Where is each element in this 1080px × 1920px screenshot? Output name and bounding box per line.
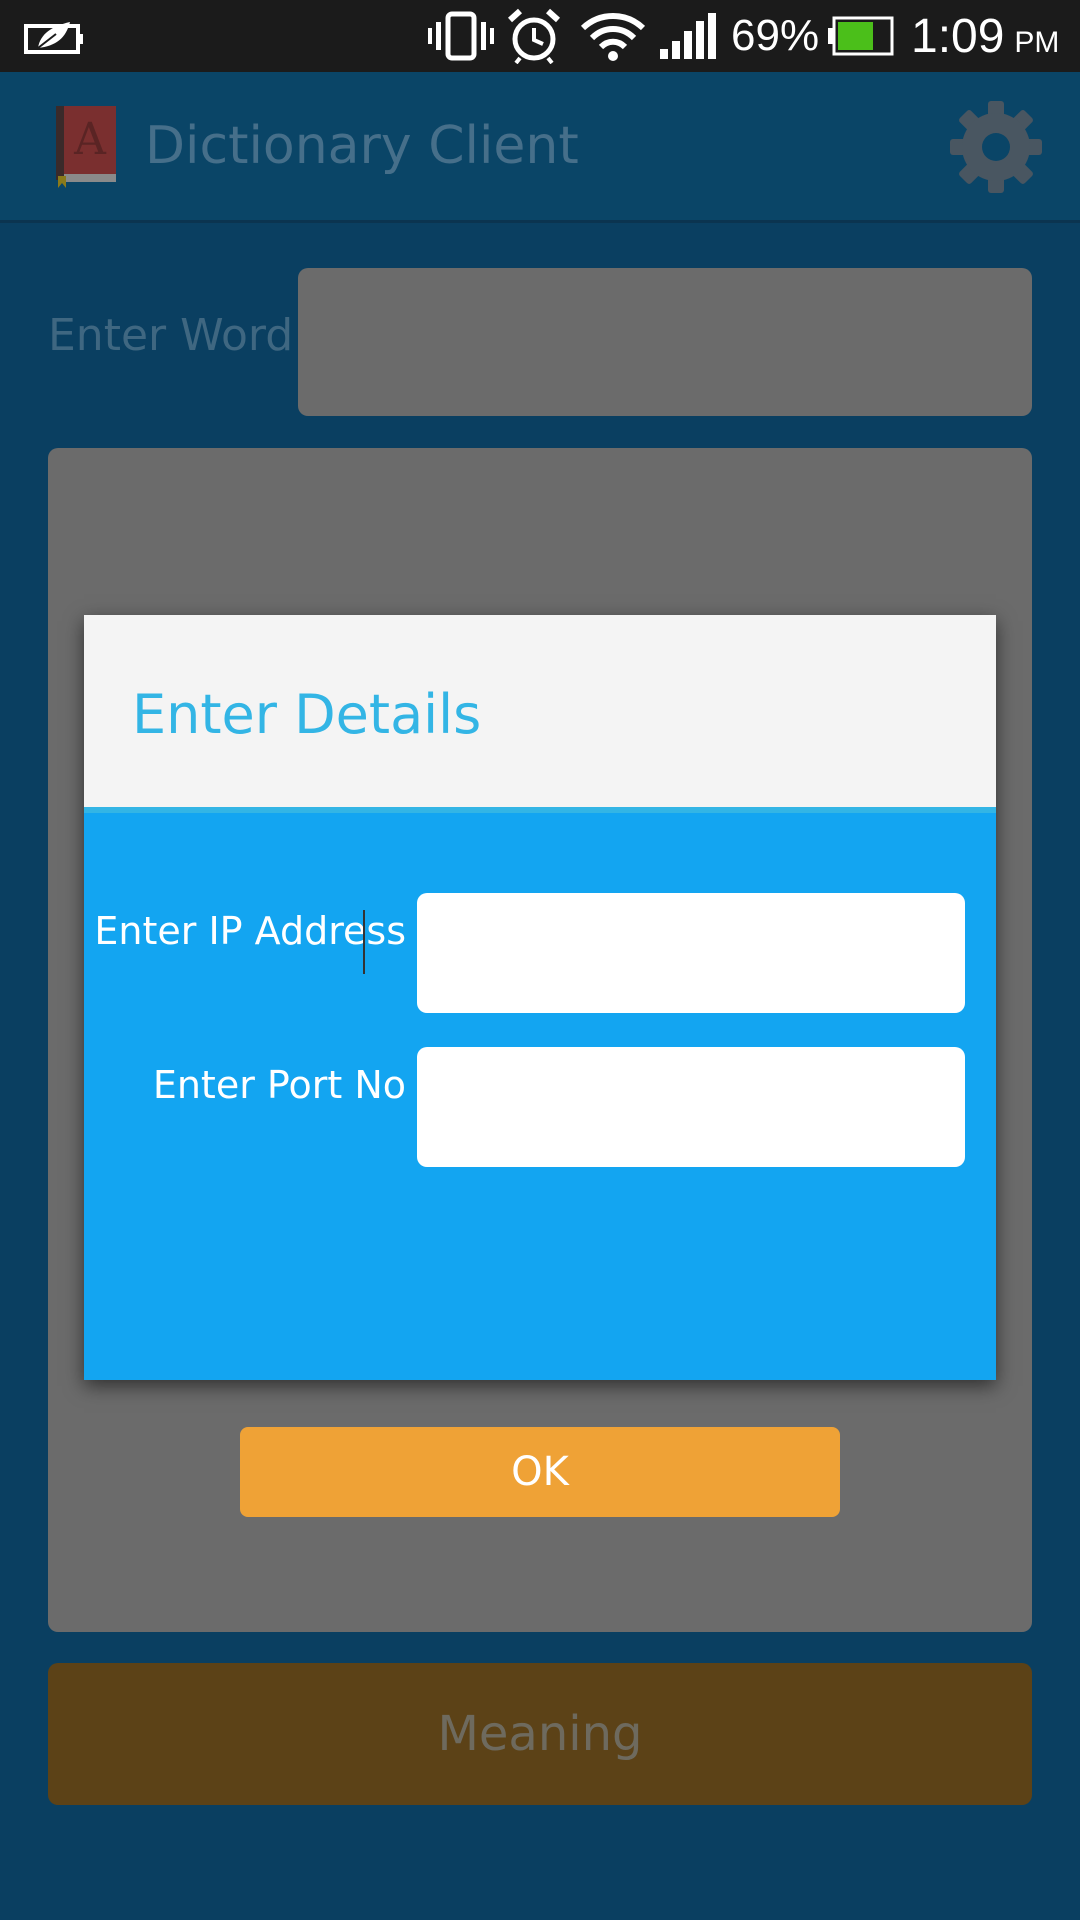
text-cursor [363,910,365,974]
ok-button[interactable]: OK [240,1427,840,1517]
enter-details-dialog: Enter Details Enter IP Address Enter Por… [84,615,996,1517]
svg-text:A: A [73,114,107,165]
word-input[interactable] [298,268,1032,416]
ip-address-label: Enter IP Address [94,909,406,953]
signal-icon [660,0,718,72]
clock: 1:09 PM [911,0,1059,72]
wifi-icon [580,0,646,72]
app-bar: A Dictionary Client [0,72,1080,223]
enter-word-label: Enter Word : [48,310,322,361]
meaning-button[interactable]: Meaning [48,1663,1032,1805]
alarm-icon [506,0,562,72]
leaf-battery-saver-icon [22,0,84,72]
dialog-title: Enter Details [132,683,482,746]
battery-percent: 69% [731,11,820,60]
dialog-body: Enter IP Address Enter Port No OK [84,813,996,1517]
dialog-header: Enter Details [84,615,996,807]
port-no-field[interactable] [417,1047,965,1167]
dictionary-book-icon: A [52,104,120,192]
clock-time: 1:09 [911,9,1005,63]
ip-address-field[interactable] [417,893,965,1013]
app-title: Dictionary Client [145,116,579,176]
status-bar: 69% 1:09 PM [0,0,1080,72]
port-no-label: Enter Port No [152,1063,406,1107]
clock-ampm: PM [1014,26,1060,59]
vibrate-icon [428,0,494,72]
gear-icon[interactable] [950,101,1042,197]
battery-icon [828,0,894,72]
